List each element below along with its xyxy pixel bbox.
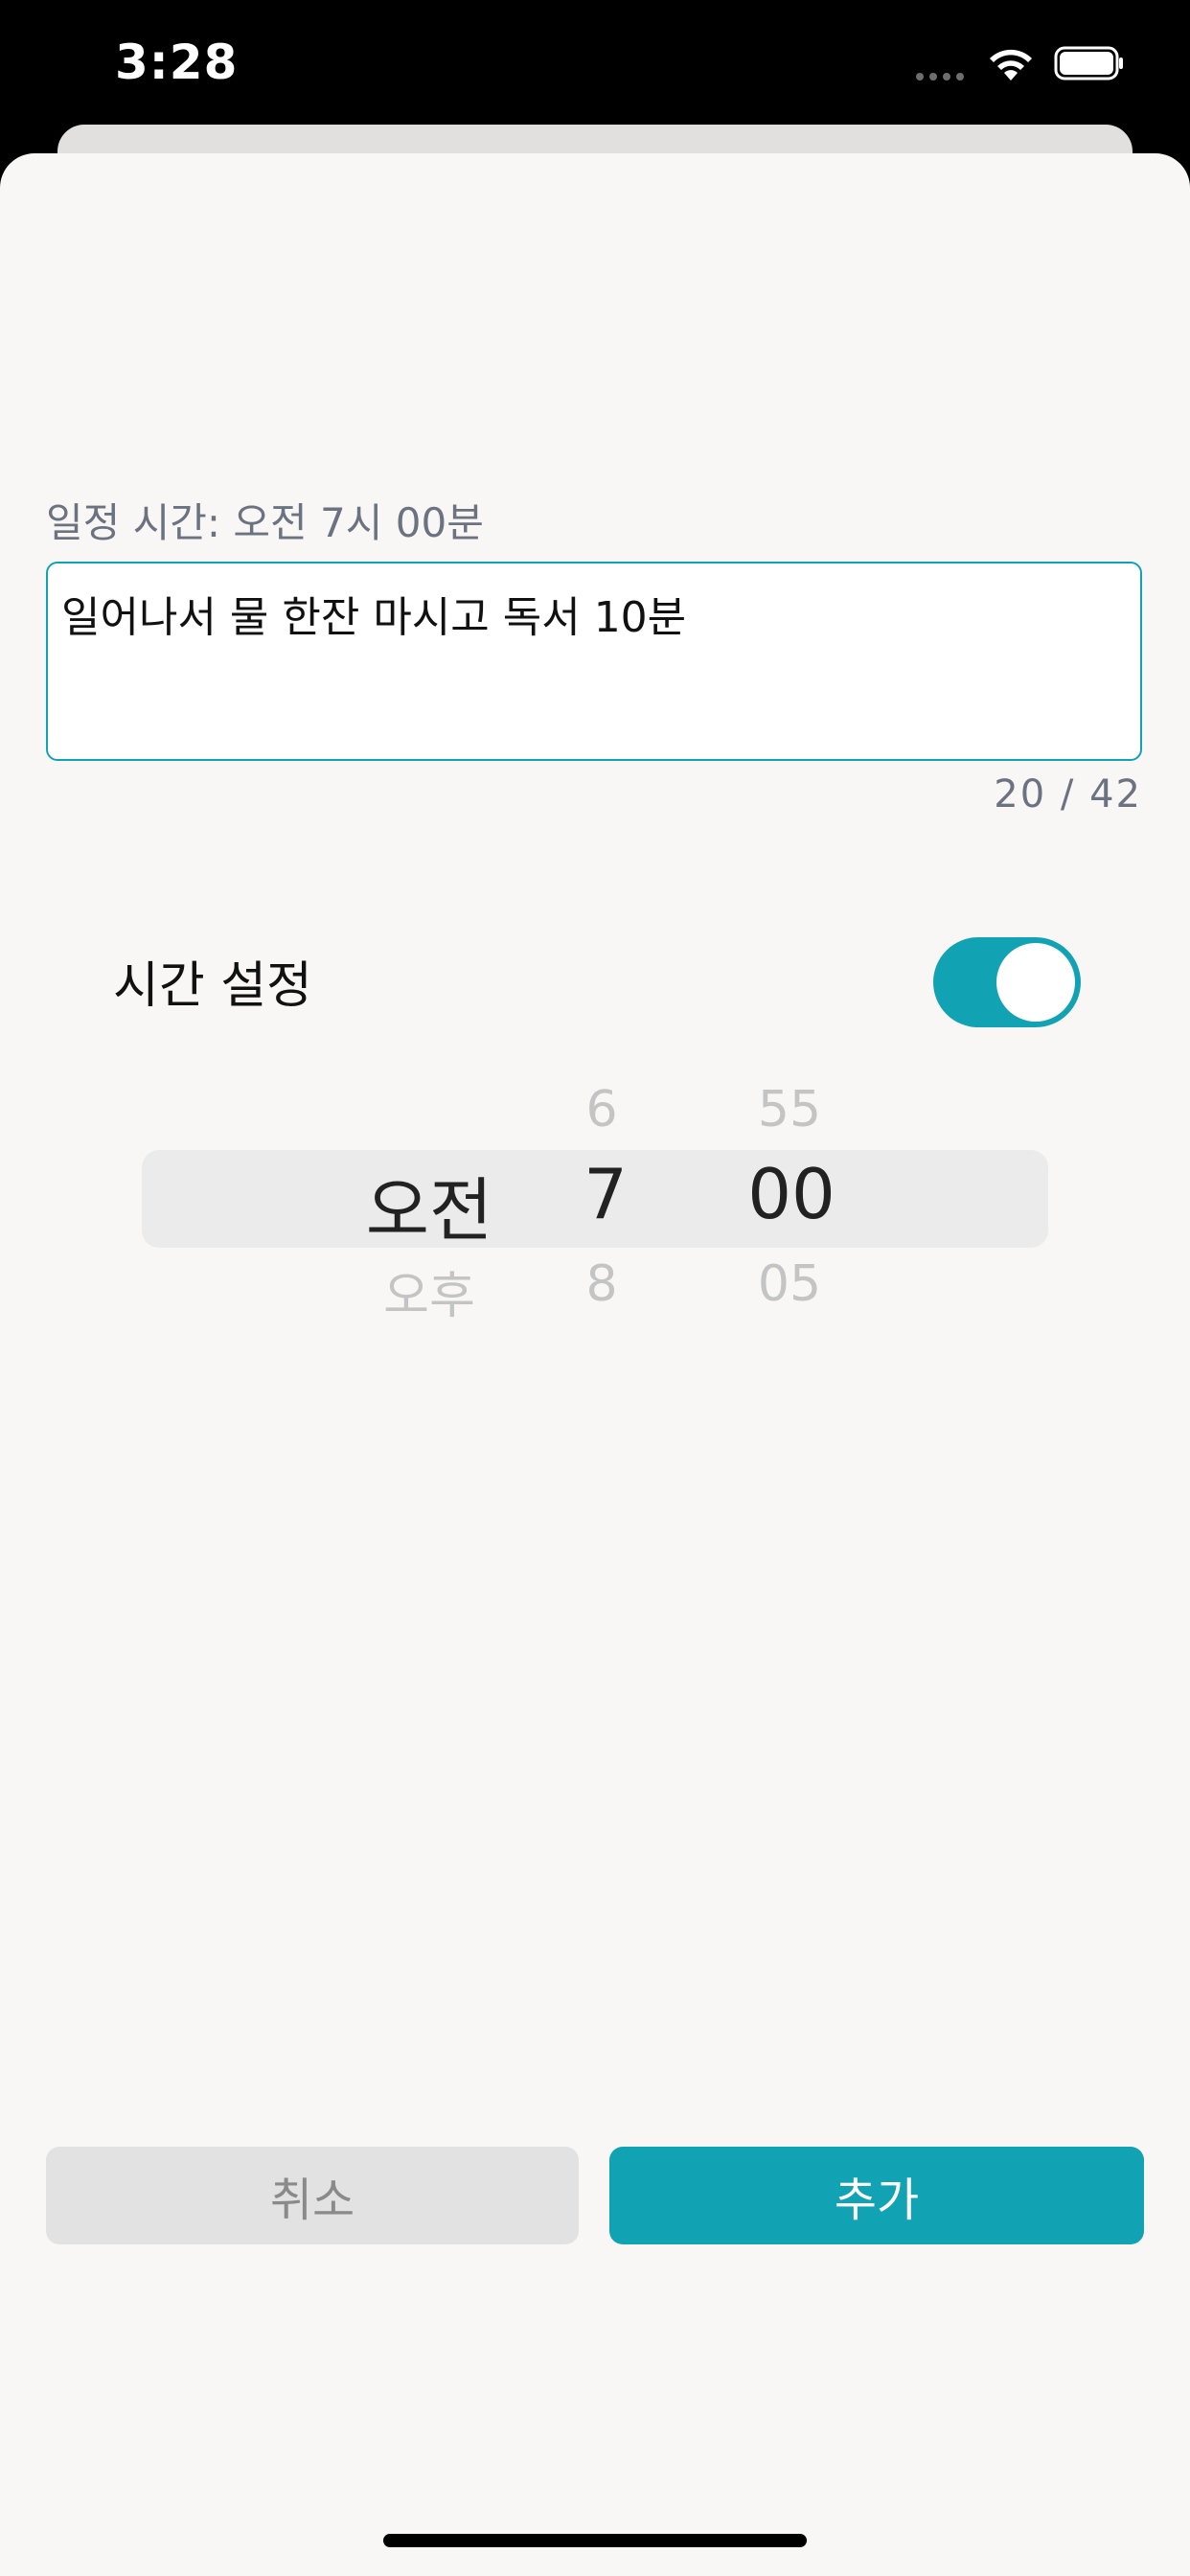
cellular-signal-icon: [916, 73, 964, 80]
picker-hour-prev[interactable]: 6: [585, 1081, 617, 1138]
memo-input[interactable]: 일어나서 물 한잔 마시고 독서 10분: [46, 562, 1142, 761]
home-indicator: [383, 2534, 807, 2547]
add-button[interactable]: 추가: [609, 2147, 1144, 2244]
wifi-icon: [990, 49, 1032, 80]
picker-period-next[interactable]: 오후: [383, 1255, 475, 1327]
picker-minute-prev[interactable]: 55: [758, 1081, 821, 1138]
cancel-button[interactable]: 취소: [46, 2147, 579, 2244]
toggle-knob: [996, 943, 1075, 1022]
picker-hour-next[interactable]: 8: [585, 1255, 617, 1313]
schedule-time-label: 일정 시간: 오전 7시 00분: [46, 499, 484, 546]
time-setting-label: 시간 설정: [113, 957, 312, 1015]
time-setting-toggle[interactable]: [933, 937, 1081, 1027]
picker-hour-selected[interactable]: 7: [584, 1154, 628, 1234]
status-time: 3:28: [115, 34, 239, 90]
picker-minute-selected[interactable]: 00: [747, 1154, 835, 1234]
memo-input-value: 일어나서 물 한잔 마시고 독서 10분: [61, 593, 687, 642]
status-bar: 3:28: [0, 0, 1190, 125]
battery-icon: [1054, 46, 1123, 80]
character-counter: 20 / 42: [994, 772, 1142, 816]
picker-minute-next[interactable]: 05: [758, 1255, 821, 1313]
picker-period-selected[interactable]: 오전: [366, 1154, 492, 1254]
